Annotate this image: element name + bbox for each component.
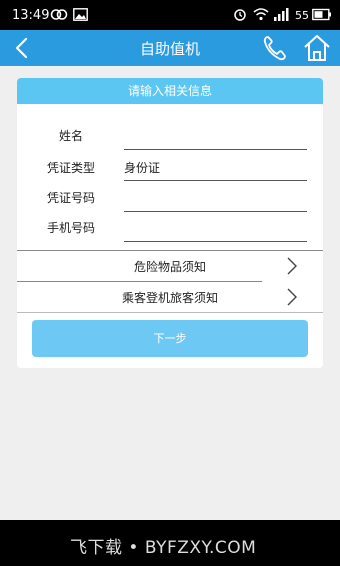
app-bar: 自助值机 (0, 30, 340, 66)
main-content: 请输入相关信息 姓名 凭证类型 身份证 凭证号码 手机号码 危险物品须知 乘客登… (0, 66, 340, 520)
watermark-text: 飞下载 • BYFZXY.COM (70, 538, 257, 558)
page-title: 自助值机 (139, 40, 200, 58)
signal-icon (274, 8, 289, 21)
boarding-notice-link[interactable]: 乘客登机旅客须知 (17, 282, 323, 312)
chevron-right-icon (287, 288, 297, 306)
image-icon (73, 8, 88, 21)
chevron-right-icon (287, 257, 297, 275)
name-input[interactable] (124, 149, 307, 150)
document-type-label: 凭证类型 (47, 161, 96, 175)
battery-level: 55 (295, 9, 309, 22)
next-button[interactable]: 下一步 (32, 320, 308, 357)
alarm-icon (234, 9, 246, 21)
dangerous-goods-link[interactable]: 危险物品须知 (17, 251, 323, 281)
document-number-input[interactable] (124, 211, 307, 212)
document-type-select[interactable]: 身份证 (124, 159, 160, 176)
card-header: 请输入相关信息 (17, 78, 323, 104)
wifi-icon (253, 8, 269, 21)
document-number-label: 凭证号码 (47, 191, 96, 205)
boarding-notice-label: 乘客登机旅客须知 (121, 291, 218, 305)
link-icon (50, 9, 68, 20)
name-label: 姓名 (59, 129, 84, 143)
footer-bar: 飞下载 • BYFZXY.COM (0, 520, 340, 566)
status-time: 13:49 (12, 8, 50, 23)
phone-number-label: 手机号码 (47, 221, 96, 235)
phone-icon[interactable] (262, 34, 288, 62)
status-bar: 13:49 55 (0, 0, 340, 30)
dangerous-goods-label: 危险物品须知 (133, 260, 206, 274)
document-type-underline (124, 180, 307, 181)
phone-number-input[interactable] (124, 241, 307, 242)
info-card: 请输入相关信息 姓名 凭证类型 身份证 凭证号码 手机号码 危险物品须知 乘客登… (17, 78, 323, 368)
home-icon[interactable] (303, 33, 331, 63)
battery-icon (312, 8, 331, 21)
divider (17, 312, 323, 313)
